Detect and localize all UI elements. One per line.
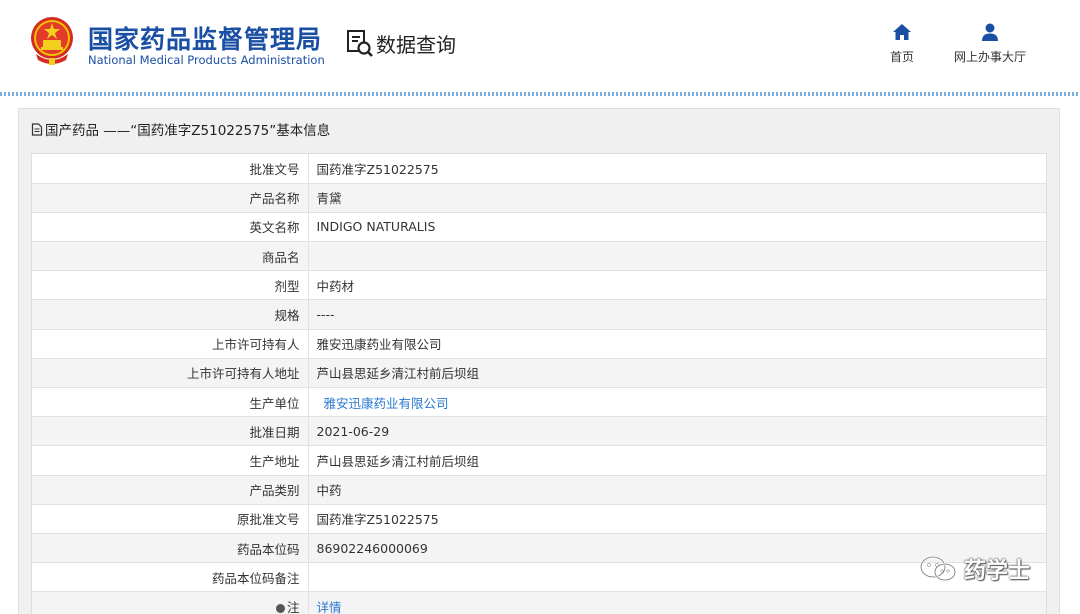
table-row: 产品类别 中药: [32, 475, 1046, 505]
row-value-cell: 详情: [308, 591, 1046, 614]
header-divider: [0, 92, 1080, 96]
row-value: [308, 241, 1046, 272]
row-value: 雅安迅康药业有限公司: [308, 329, 1046, 359]
table-row: 产品名称 青黛: [32, 183, 1046, 213]
row-value: 中药: [308, 475, 1046, 505]
wechat-icon: [919, 555, 957, 582]
row-value: 2021-06-29: [308, 416, 1046, 447]
org-name-cn[interactable]: 国家药品监督管理局: [88, 20, 322, 56]
nav-online-service-hall-label: 网上办事大厅: [953, 50, 1026, 64]
drug-info-panel: 国产药品 ——“国药准字Z51022575”基本信息 批准文号 国药准字Z510…: [18, 108, 1060, 614]
row-value: 芦山县思延乡清江村前后坝组: [308, 445, 1046, 476]
nav-online-service-hall[interactable]: 网上办事大厅: [950, 22, 1030, 65]
row-label: 规格: [32, 299, 309, 330]
org-name-en[interactable]: National Medical Products Administration: [88, 53, 325, 67]
drug-info-table: 批准文号 国药准字Z51022575 产品名称 青黛 英文名称 INDIGO N…: [31, 153, 1047, 614]
table-row: 批准日期 2021-06-29: [32, 416, 1046, 447]
row-label: 商品名: [32, 241, 309, 272]
panel-title: 国产药品 ——“国药准字Z51022575”基本信息: [31, 119, 330, 139]
nav-home[interactable]: 首页: [884, 22, 920, 65]
row-label: 生产单位: [32, 387, 309, 418]
row-label: 批准日期: [32, 416, 309, 447]
row-value: 中药材: [308, 270, 1046, 301]
table-row: 注 详情: [32, 591, 1046, 614]
row-value: 青黛: [308, 183, 1046, 213]
note-label: 注: [286, 599, 300, 614]
site-header: 国家药品监督管理局 National Medical Products Admi…: [0, 0, 1080, 92]
row-value: INDIGO NATURALIS: [308, 212, 1046, 243]
row-label: 批准文号: [32, 154, 309, 184]
watermark-text: 药学士: [964, 559, 1031, 584]
table-row: 英文名称 INDIGO NATURALIS: [32, 212, 1046, 243]
row-label-cell: 注: [32, 591, 309, 614]
table-row: 规格 ----: [32, 299, 1046, 330]
row-value: 芦山县思延乡清江村前后坝组: [308, 358, 1046, 389]
user-icon: [982, 23, 998, 41]
row-label: 产品类别: [32, 475, 309, 505]
row-label: 英文名称: [32, 212, 309, 243]
row-label: 产品名称: [32, 183, 309, 213]
row-value: ----: [308, 299, 1046, 330]
national-emblem-icon[interactable]: [28, 14, 76, 66]
wechat-watermark: 药学士: [918, 553, 1030, 585]
table-row: 上市许可持有人地址 芦山县思延乡清江村前后坝组: [32, 358, 1046, 389]
row-label: 原批准文号: [32, 504, 309, 534]
row-label: 上市许可持有人地址: [32, 358, 309, 389]
row-label: 药品本位码备注: [32, 562, 309, 593]
panel-title-text: 国产药品 ——“国药准字Z51022575”基本信息: [45, 123, 331, 139]
table-row: 生产单位 雅安迅康药业有限公司: [32, 387, 1046, 418]
manufacturer-link[interactable]: 雅安迅康药业有限公司: [324, 396, 449, 411]
nav-home-label: 首页: [889, 50, 914, 64]
note-icon: [275, 603, 285, 613]
table-row: 剂型 中药材: [32, 270, 1046, 301]
table-row: 原批准文号 国药准字Z51022575: [32, 504, 1046, 534]
row-label: 上市许可持有人: [32, 329, 309, 359]
home-icon: [893, 24, 911, 40]
document-icon: [31, 122, 43, 136]
row-value: 国药准字Z51022575: [308, 504, 1046, 534]
row-value: 国药准字Z51022575: [308, 154, 1046, 184]
table-row: 药品本位码备注: [32, 562, 1046, 593]
data-query-link[interactable]: 数据查询: [346, 28, 456, 58]
details-link[interactable]: 详情: [317, 600, 342, 614]
row-label: 药品本位码: [32, 533, 309, 564]
row-label: 生产地址: [32, 445, 309, 476]
document-search-icon: [347, 30, 373, 57]
data-query-label: 数据查询: [376, 32, 456, 57]
table-row: 药品本位码 86902246000069: [32, 533, 1046, 564]
row-value-cell: 雅安迅康药业有限公司: [308, 387, 1046, 418]
table-row: 批准文号 国药准字Z51022575: [32, 154, 1046, 184]
row-label: 剂型: [32, 270, 309, 301]
table-row: 生产地址 芦山县思延乡清江村前后坝组: [32, 445, 1046, 476]
table-row: 商品名: [32, 241, 1046, 272]
table-row: 上市许可持有人 雅安迅康药业有限公司: [32, 329, 1046, 359]
